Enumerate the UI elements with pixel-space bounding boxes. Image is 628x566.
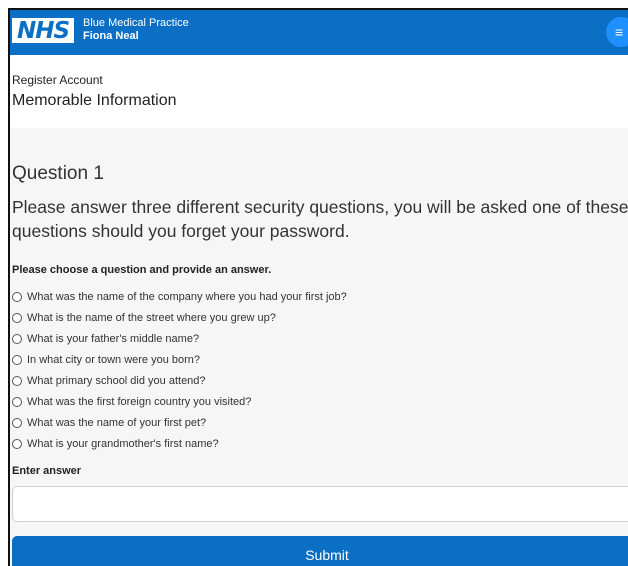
option-label: What was the first foreign country you v… (27, 395, 252, 408)
nhs-logo-text: NHS (16, 17, 70, 44)
page-title: Memorable Information (12, 92, 177, 109)
radio-button-icon[interactable] (12, 354, 22, 365)
security-question-option[interactable]: What was the first foreign country you v… (12, 391, 347, 412)
breadcrumb: Register Account (12, 73, 103, 87)
question-panel: Question 1 Please answer three different… (10, 128, 628, 566)
answer-input[interactable] (12, 486, 628, 522)
radio-button-icon[interactable] (12, 333, 22, 344)
practice-name: Blue Medical Practice (83, 17, 189, 29)
question-description: Please answer three different security q… (12, 197, 628, 241)
top-header: NHS Blue Medical Practice Fiona Neal ≡ (10, 10, 628, 55)
submit-button[interactable]: Submit (12, 536, 628, 566)
option-label: What is your father's middle name? (27, 332, 200, 345)
answer-label: Enter answer (12, 465, 82, 477)
security-question-option[interactable]: What is the name of the street where you… (12, 307, 347, 328)
app-frame: NHS Blue Medical Practice Fiona Neal ≡ R… (8, 8, 628, 566)
security-question-option[interactable]: In what city or town were you born? (12, 349, 347, 370)
security-question-option[interactable]: What primary school did you attend? (12, 370, 347, 391)
hamburger-menu-icon: ≡ (615, 24, 624, 40)
radio-button-icon[interactable] (12, 438, 22, 449)
option-label: What was the name of your first pet? (27, 416, 207, 429)
question-prompt: Please choose a question and provide an … (12, 264, 272, 276)
security-question-option[interactable]: What is your grandmother's first name? (12, 433, 347, 454)
option-label: In what city or town were you born? (27, 353, 201, 366)
nhs-logo: NHS (12, 17, 74, 44)
security-question-option[interactable]: What was the name of the company where y… (12, 286, 347, 307)
page-subheader: Register Account Memorable Information (10, 55, 628, 128)
practice-info: Blue Medical Practice Fiona Neal (83, 17, 189, 43)
radio-button-icon[interactable] (12, 417, 22, 428)
option-label: What is your grandmother's first name? (27, 437, 219, 450)
menu-button[interactable]: ≡ (606, 17, 628, 47)
security-question-options: What was the name of the company where y… (12, 286, 347, 454)
question-heading: Question 1 (12, 163, 104, 184)
radio-button-icon[interactable] (12, 375, 22, 386)
user-name: Fiona Neal (83, 30, 139, 42)
radio-button-icon[interactable] (12, 291, 22, 302)
radio-button-icon[interactable] (12, 312, 22, 323)
security-question-option[interactable]: What was the name of your first pet? (12, 412, 347, 433)
security-question-option[interactable]: What is your father's middle name? (12, 328, 347, 349)
option-label: What is the name of the street where you… (27, 311, 276, 324)
option-label: What primary school did you attend? (27, 374, 206, 387)
option-label: What was the name of the company where y… (27, 290, 347, 303)
radio-button-icon[interactable] (12, 396, 22, 407)
